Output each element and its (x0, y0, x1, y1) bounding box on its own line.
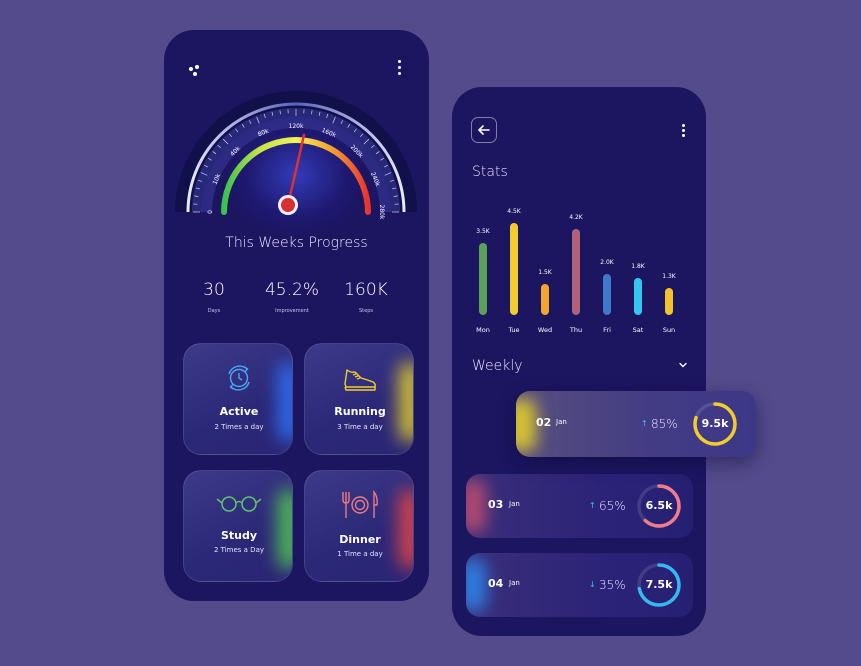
row-month: Jan (509, 500, 520, 508)
row-day: 04 (488, 577, 504, 590)
more-options-icon[interactable] (682, 124, 686, 140)
activity-tile-running[interactable]: Running 3 Time a day (304, 343, 414, 455)
stats-screen: Stats 3.5K Mon 4.5K Tue 1.5K Wed 4.2K Thu 2.0K Fr… (452, 87, 756, 636)
stat-improvement: 45.2% Improvement (260, 280, 324, 314)
tile-dinner-subtitle: 1 Time a day (337, 550, 383, 558)
tile-active-subtitle: 2 Times a day (214, 423, 264, 431)
row-percent: 35% (599, 578, 626, 592)
progress-gauge: 0 10k 40k 80k 120k 160k 200k 240k 280k (164, 30, 429, 240)
tile-running-title: Running (334, 405, 386, 418)
chevron-down-icon[interactable] (678, 361, 688, 369)
chart-tick-label: Sun (662, 326, 676, 334)
chart-tick-label: Wed (537, 326, 553, 334)
tile-study-title: Study (220, 529, 258, 542)
chart-bar (572, 229, 580, 315)
chart-tick-label: Tue (508, 326, 520, 334)
weekly-dropdown-label[interactable]: Weekly (472, 358, 523, 374)
glasses-icon (184, 493, 292, 513)
chart-bar (603, 274, 611, 315)
trend-down-icon: ↓ (589, 580, 596, 589)
gauge-tick-label: 0 (207, 210, 214, 214)
row-total: 7.5k (645, 578, 673, 591)
row-total: 6.5k (645, 499, 673, 512)
gauge-tick-label: 120k (289, 123, 304, 130)
chart-bar (634, 278, 642, 315)
trend-up-icon: ↑ (589, 501, 596, 510)
gauge-tick-label: 280k (378, 205, 385, 220)
chart-data-label: 2.0K (600, 259, 614, 267)
trend-up-icon: ↑ (641, 419, 648, 428)
chart-data-label: 1.8K (631, 263, 645, 271)
stat-steps-value: 160K (344, 280, 388, 300)
row-percent: 85% (651, 417, 678, 431)
row-total: 9.5k (701, 417, 729, 430)
chart-bar (479, 243, 487, 315)
activity-tile-study[interactable]: Study 2 Times a Day (183, 470, 293, 582)
tile-dinner-title: Dinner (339, 533, 381, 546)
stat-days-value: 30 (203, 280, 225, 300)
stat-steps-label: Steps (359, 308, 373, 314)
stat-improvement-value: 45.2% (264, 280, 319, 300)
progress-screen: 0 10k 40k 80k 120k 160k 200k 240k 280k This Week… (164, 30, 429, 601)
chart-tick-label: Mon (476, 326, 490, 334)
chart-data-label: 1.5K (538, 269, 552, 277)
chart-bar (665, 288, 673, 315)
arrow-left-icon (478, 125, 490, 135)
weekly-row-03[interactable]: 03 Jan ↑ 65% 6.5k (466, 474, 693, 538)
chart-data-label: 3.5K (476, 228, 490, 236)
tile-study-subtitle: 2 Times a Day (213, 546, 265, 554)
stat-days-label: Days (207, 308, 221, 314)
stat-improvement-label: Improvement (275, 308, 309, 314)
stat-days: 30 Days (194, 280, 234, 314)
chart-data-label: 4.5K (507, 208, 521, 215)
row-month: Jan (556, 418, 567, 426)
chart-bar (541, 284, 549, 315)
progress-title: This Weeks Progress (225, 235, 368, 251)
chart-tick-label: Thu (569, 326, 583, 334)
back-button[interactable] (471, 117, 497, 143)
chart-data-label: 1.3K (662, 273, 676, 281)
clock-refresh-icon (184, 364, 292, 392)
row-percent: 65% (599, 499, 626, 513)
row-month: Jan (509, 579, 520, 587)
running-shoe-icon (305, 366, 413, 392)
row-day: 02 (536, 416, 552, 429)
stat-steps: 160K Steps (340, 280, 392, 314)
row-day: 03 (488, 498, 504, 511)
tile-running-subtitle: 3 Time a day (337, 423, 383, 431)
chart-bar (510, 223, 518, 315)
chart-tick-label: Sat (632, 326, 644, 334)
weekly-row-04[interactable]: 04 Jan ↓ 35% 7.5k (466, 553, 693, 617)
stats-title: Stats (472, 164, 508, 180)
activity-tile-active[interactable]: Active 2 Times a day (183, 343, 293, 455)
fork-plate-knife-icon (305, 489, 413, 521)
weekly-row-02[interactable]: 02 Jan ↑ 85% 9.5k (516, 391, 756, 457)
daily-steps-bar-chart: 3.5K Mon 4.5K Tue 1.5K Wed 4.2K Thu 2.0K Fri 1.8K S… (466, 195, 696, 335)
tile-active-title: Active (219, 405, 259, 418)
chart-tick-label: Fri (603, 326, 611, 334)
chart-data-label: 4.2K (569, 214, 583, 222)
activity-tile-dinner[interactable]: Dinner 1 Time a day (304, 470, 414, 582)
